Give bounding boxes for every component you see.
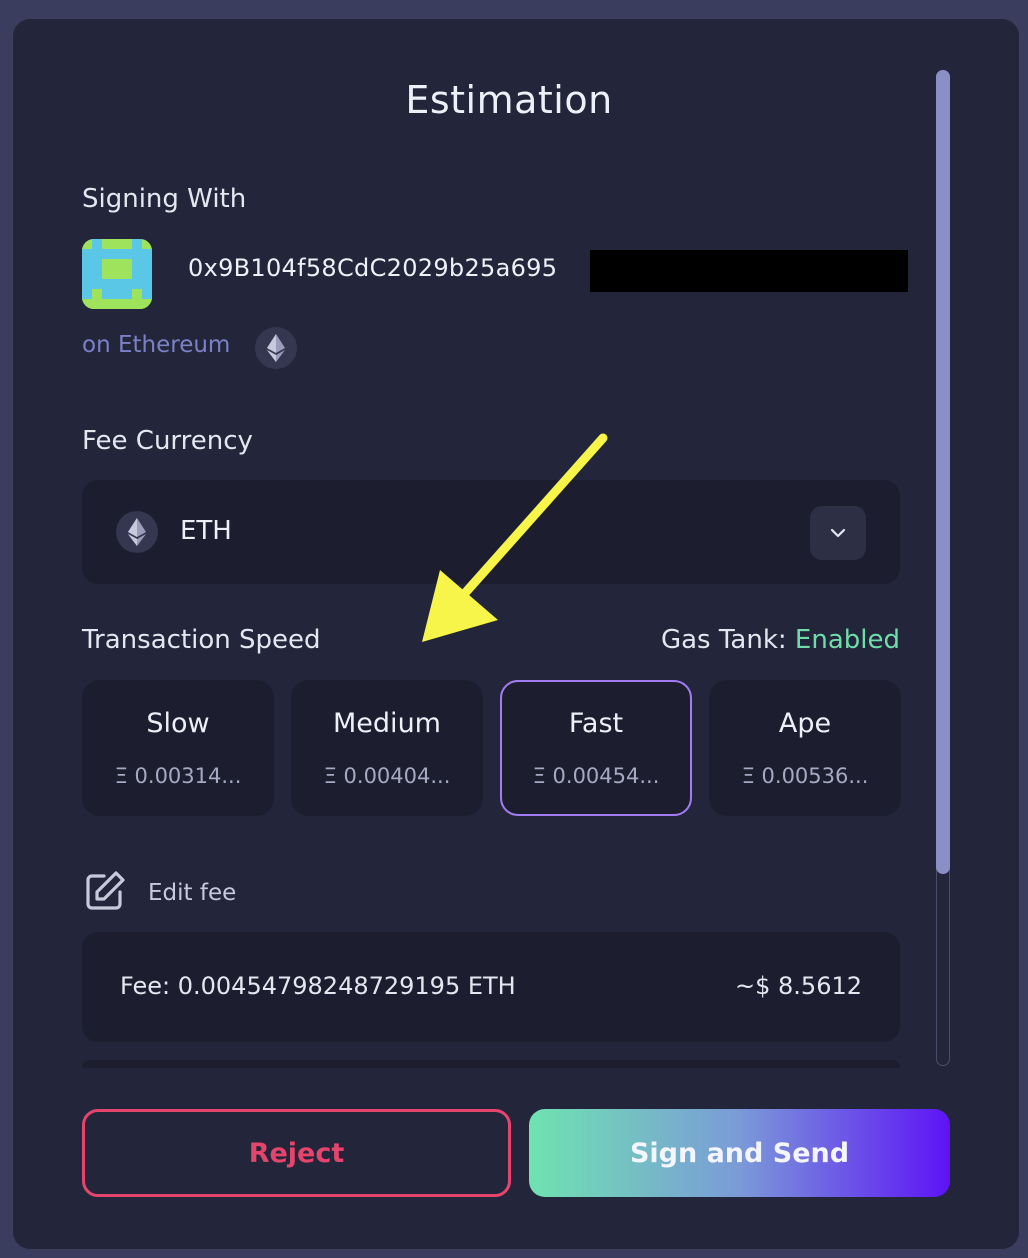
- fee-usd-value: ~$ 8.5612: [735, 972, 862, 1000]
- fee-currency-value: ETH: [180, 516, 232, 546]
- annotation-arrow: [422, 433, 608, 642]
- speed-name: Slow: [146, 708, 210, 739]
- account-address: 0x9B104f58CdC2029b25a695: [188, 254, 558, 282]
- scrollbar-thumb[interactable]: [936, 70, 950, 874]
- transaction-speed-label: Transaction Speed: [82, 625, 321, 655]
- gas-tank-status: Gas Tank: Enabled: [661, 625, 900, 655]
- eth-icon: [255, 327, 297, 369]
- fee-summary: Fee: 0.00454798248729195 ETH ~$ 8.5612: [82, 932, 900, 1042]
- edit-fee-label: Edit fee: [148, 880, 237, 906]
- reject-button[interactable]: Reject: [82, 1109, 511, 1197]
- speed-fee: Ξ 0.00454...: [532, 764, 660, 788]
- network-label: on Ethereum: [82, 332, 231, 358]
- fee-amount: Fee: 0.00454798248729195 ETH: [120, 972, 516, 1000]
- speed-option-slow[interactable]: Slow Ξ 0.00314...: [82, 680, 274, 816]
- next-section-edge: [82, 1060, 900, 1068]
- speed-name: Fast: [568, 708, 624, 739]
- speed-option-ape[interactable]: Ape Ξ 0.00536...: [709, 680, 901, 816]
- gas-tank-label: Gas Tank:: [660, 625, 787, 655]
- edit-fee-button[interactable]: Edit fee: [82, 870, 236, 916]
- speed-fee: Ξ 0.00314...: [114, 764, 242, 788]
- speed-name: Medium: [333, 708, 441, 739]
- redaction-bar: [590, 250, 908, 292]
- fee-currency-label: Fee Currency: [82, 426, 253, 456]
- eth-icon: [116, 511, 158, 553]
- gas-tank-enabled: Enabled: [794, 625, 900, 655]
- page-title: Estimation: [405, 78, 613, 122]
- speed-fee: Ξ 0.00404...: [323, 764, 451, 788]
- chevron-down-icon[interactable]: [810, 506, 866, 560]
- edit-icon: [82, 868, 128, 918]
- avatar: [82, 239, 152, 309]
- signing-with-label: Signing With: [82, 184, 247, 214]
- speed-name: Ape: [778, 708, 832, 739]
- speed-option-fast[interactable]: Fast Ξ 0.00454...: [500, 680, 692, 816]
- speed-option-medium[interactable]: Medium Ξ 0.00404...: [291, 680, 483, 816]
- sign-and-send-button[interactable]: Sign and Send: [529, 1109, 950, 1197]
- speed-fee: Ξ 0.00536...: [741, 764, 869, 788]
